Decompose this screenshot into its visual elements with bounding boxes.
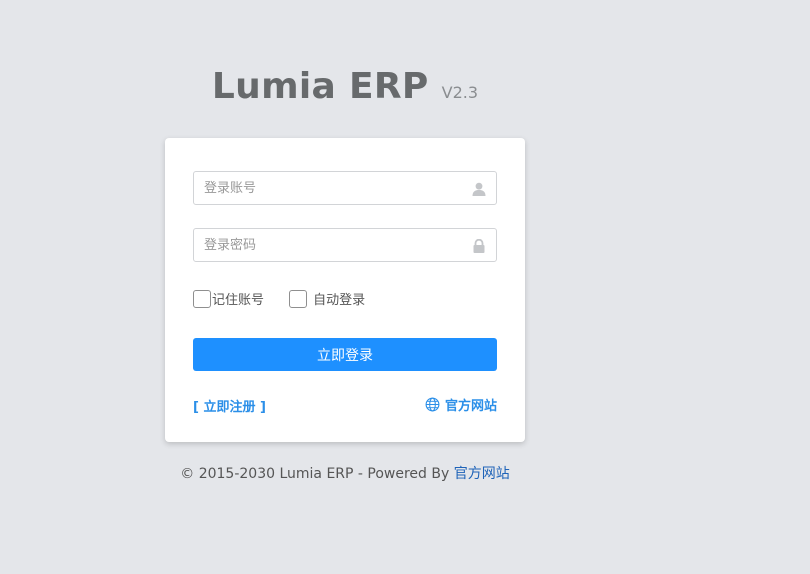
- footer: © 2015-2030 Lumia ERP - Powered By 官方网站: [0, 463, 690, 483]
- footer-official-site-link[interactable]: 官方网站: [454, 466, 510, 482]
- username-field-wrapper: [193, 171, 497, 205]
- remember-checkbox-box[interactable]: [193, 289, 211, 308]
- auto-login-checkbox-box[interactable]: [289, 289, 308, 308]
- user-icon: [472, 181, 486, 196]
- copyright-text: © 2015-2030 Lumia ERP - Powered By: [180, 466, 454, 482]
- password-field-wrapper: [193, 228, 497, 262]
- login-options: 记住账号 自动登录: [193, 289, 385, 308]
- remember-account-checkbox[interactable]: 记住账号: [193, 289, 264, 308]
- lock-icon: [472, 238, 486, 253]
- login-button[interactable]: 立即登录: [193, 338, 497, 371]
- official-site-link[interactable]: 官方网站: [425, 395, 497, 414]
- login-page: Lumia ERP V2.3 登录账号 记住账号 自动登录 立即登录 [立即注…: [0, 0, 810, 574]
- globe-icon: [425, 397, 440, 412]
- auto-login-checkbox[interactable]: 自动登录: [289, 289, 365, 308]
- login-card: 记住账号 自动登录 立即登录 [ 立即注册 ] 官方网站: [165, 138, 525, 442]
- app-title: Lumia ERP V2.3: [0, 66, 690, 107]
- remember-label: 记住账号: [212, 293, 265, 308]
- password-input[interactable]: [194, 229, 496, 261]
- app-name: Lumia ERP: [211, 66, 429, 107]
- register-link[interactable]: [ 立即注册 ]: [193, 396, 266, 415]
- app-version: V2.3: [441, 83, 479, 102]
- username-input[interactable]: [194, 172, 496, 204]
- auto-login-label: 自动登录: [313, 293, 366, 308]
- official-site-label: 官方网站: [444, 399, 497, 414]
